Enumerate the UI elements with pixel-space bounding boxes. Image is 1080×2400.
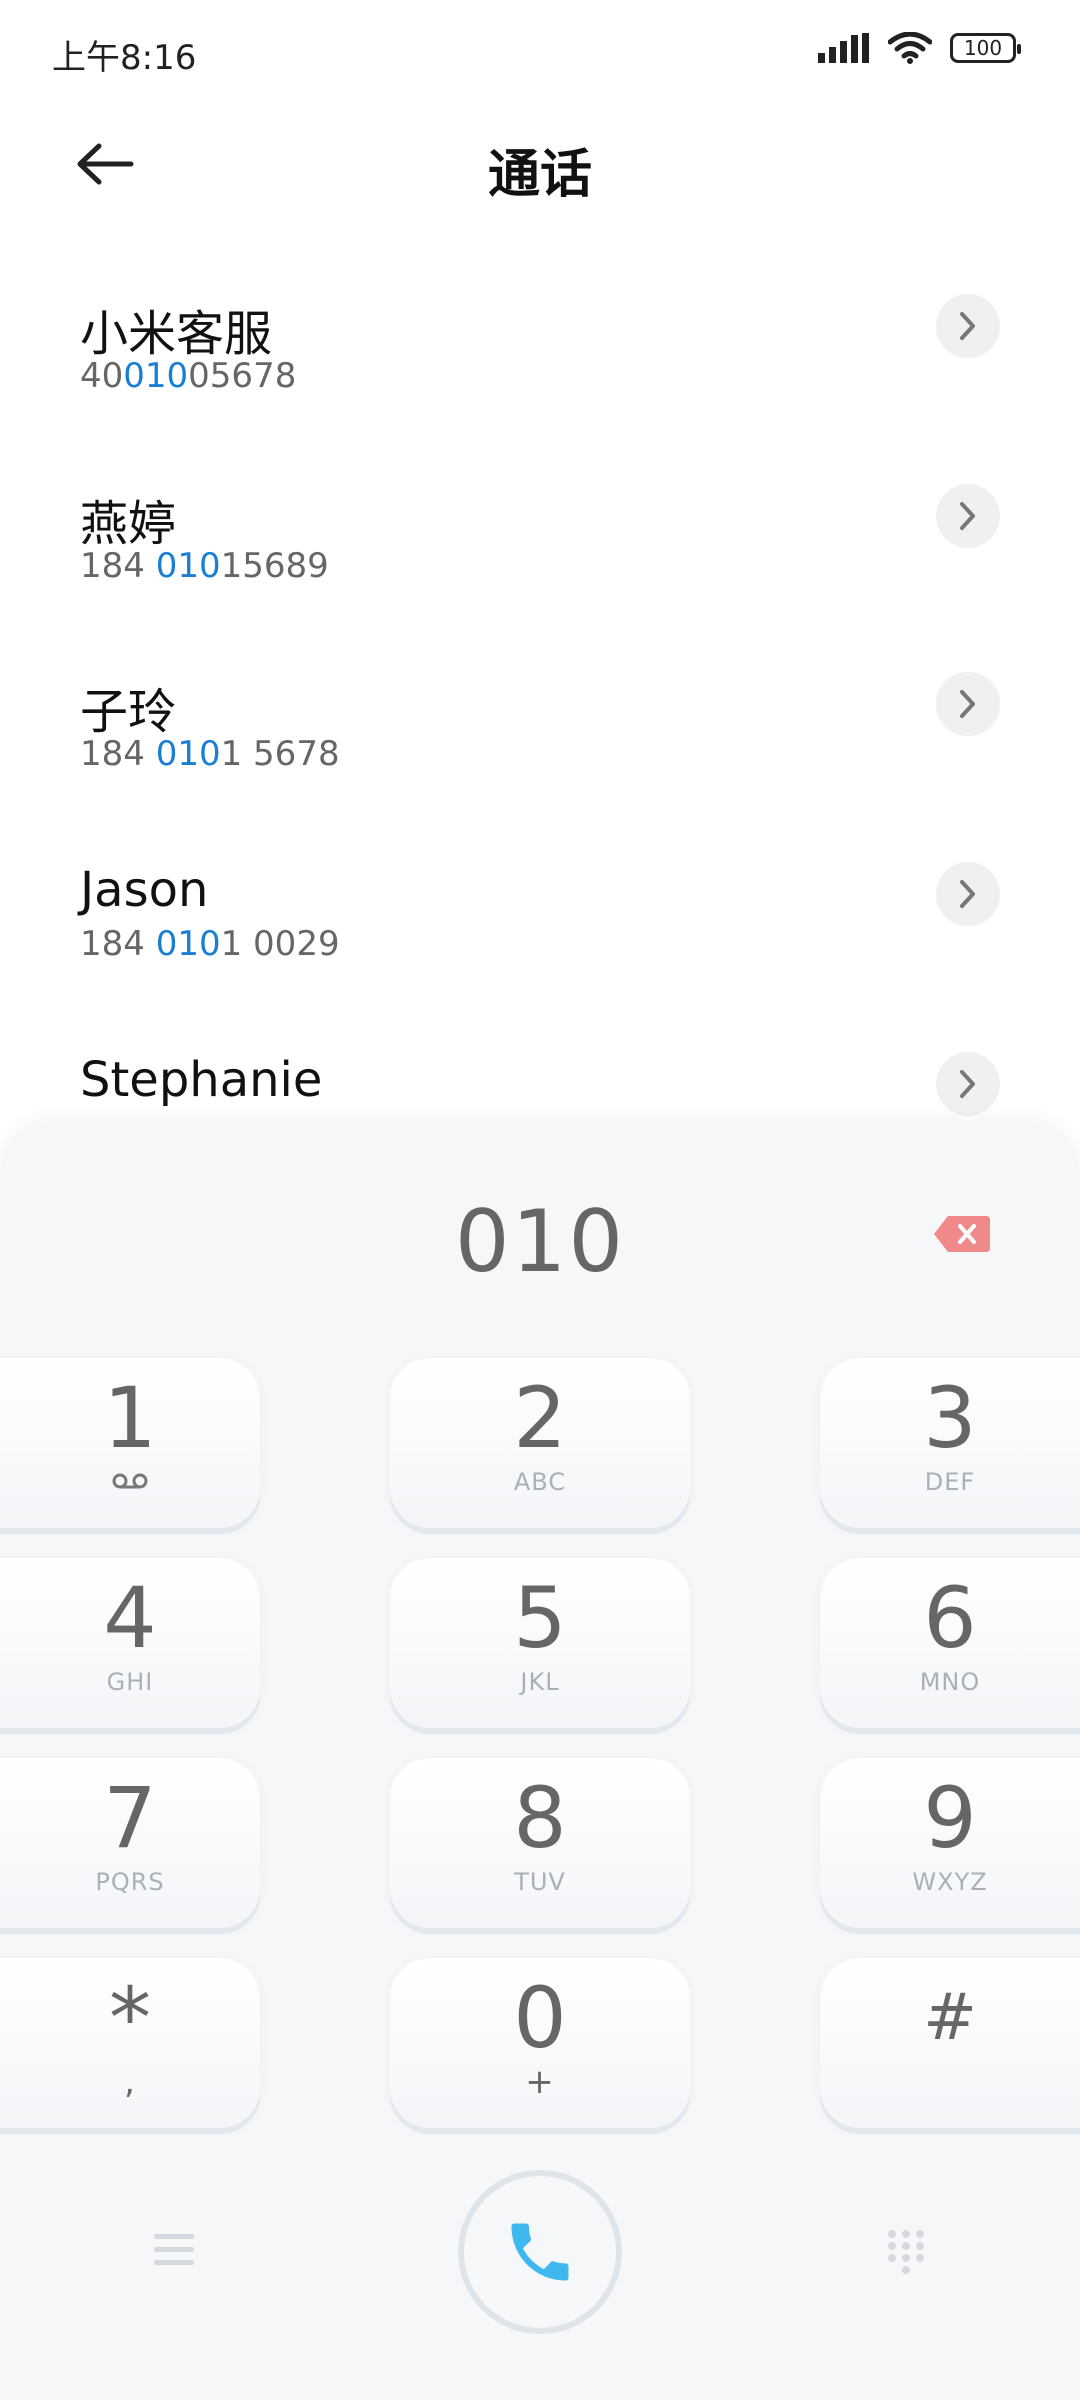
key-4[interactable]: 4 GHI <box>0 1558 260 1728</box>
dialpad-icon <box>888 2230 924 2274</box>
key-letters: + <box>525 2062 555 2102</box>
chevron-right-icon <box>960 880 975 908</box>
chevron-right-icon <box>960 312 975 340</box>
contact-name: 小米客服 <box>80 306 273 362</box>
key-hash[interactable]: # <box>820 1958 1080 2128</box>
key-0[interactable]: 0 + <box>390 1958 690 2128</box>
key-digit: 3 <box>923 1369 977 1467</box>
key-digit: 8 <box>513 1769 567 1867</box>
status-time: 上午8:16 <box>52 38 197 78</box>
detail-button[interactable] <box>936 672 1000 736</box>
key-9[interactable]: 9 WXYZ <box>820 1758 1080 1928</box>
contact-number: 4001005678 <box>80 356 297 396</box>
key-digit: 1 <box>103 1369 157 1467</box>
dialpad-toggle-button[interactable] <box>886 2228 926 2278</box>
key-letters: GHI <box>106 1668 154 1696</box>
key-digit: * <box>109 1969 151 2067</box>
key-letters: DEF <box>924 1468 976 1496</box>
key-digit: 2 <box>513 1369 567 1467</box>
list-item[interactable]: 小米客服 4001005678 <box>0 294 1080 482</box>
status-bar: 上午8:16 100 <box>0 0 1080 104</box>
key-row: 4 GHI 5 JKL 6 MNO <box>0 1558 1080 1758</box>
key-3[interactable]: 3 DEF <box>820 1358 1080 1528</box>
key-6[interactable]: 6 MNO <box>820 1558 1080 1728</box>
contact-name: 子玲 <box>80 684 177 740</box>
menu-button[interactable] <box>152 2230 196 2270</box>
voicemail-icon <box>0 1468 280 1496</box>
key-2[interactable]: 2 ABC <box>390 1358 690 1528</box>
contact-name: Jason <box>80 862 209 918</box>
contact-name: Stephanie <box>80 1052 323 1108</box>
keypad: 1 2 ABC 3 DEF 4 GHI 5 JKL 6 MNO 7 PQRS 8… <box>0 1358 1080 2158</box>
key-1[interactable]: 1 <box>0 1358 260 1528</box>
key-digit: # <box>923 1981 977 2055</box>
status-icons: 100 <box>818 32 1021 64</box>
key-letters: WXYZ <box>912 1868 988 1896</box>
key-digit: 6 <box>923 1569 977 1667</box>
chevron-right-icon <box>960 502 975 530</box>
key-digit: 0 <box>513 1969 567 2067</box>
chevron-right-icon <box>960 690 975 718</box>
key-digit: 7 <box>103 1769 157 1867</box>
contact-number: 184 01015689 <box>80 546 329 586</box>
contact-name: 燕婷 <box>80 496 177 552</box>
header: 通话 <box>0 104 1080 224</box>
contact-number: 184 0101 5678 <box>80 734 340 774</box>
page-title: 通话 <box>487 145 592 205</box>
key-7[interactable]: 7 PQRS <box>0 1758 260 1928</box>
signal-icon <box>818 33 869 63</box>
call-button[interactable] <box>458 2170 622 2334</box>
list-item[interactable]: Jason 184 0101 0029 <box>0 862 1080 1050</box>
delete-button[interactable] <box>932 1212 992 1256</box>
key-digit: 9 <box>923 1769 977 1867</box>
key-row: 1 2 ABC 3 DEF <box>0 1358 1080 1558</box>
key-row: * , 0 + # <box>0 1958 1080 2158</box>
list-item[interactable]: 燕婷 184 01015689 <box>0 484 1080 672</box>
chevron-right-icon <box>960 1070 975 1098</box>
dialed-number: 010 <box>454 1192 626 1292</box>
backspace-icon <box>934 1216 990 1252</box>
key-letters: , <box>124 2062 136 2102</box>
key-8[interactable]: 8 TUV <box>390 1758 690 1928</box>
key-row: 7 PQRS 8 TUV 9 WXYZ <box>0 1758 1080 1958</box>
detail-button[interactable] <box>936 294 1000 358</box>
detail-button[interactable] <box>936 862 1000 926</box>
list-item[interactable]: 子玲 184 0101 5678 <box>0 672 1080 860</box>
detail-button[interactable] <box>936 1052 1000 1116</box>
key-5[interactable]: 5 JKL <box>390 1558 690 1728</box>
key-digit: 4 <box>103 1569 157 1667</box>
key-letters: ABC <box>513 1468 567 1496</box>
key-letters: TUV <box>514 1868 566 1896</box>
key-letters: PQRS <box>95 1868 165 1896</box>
phone-icon <box>511 2223 569 2281</box>
key-digit: 5 <box>513 1569 567 1667</box>
battery-icon: 100 <box>950 33 1021 63</box>
wifi-icon <box>888 32 932 64</box>
menu-icon <box>154 2234 194 2265</box>
key-letters: MNO <box>919 1668 981 1696</box>
key-star[interactable]: * , <box>0 1958 260 2128</box>
detail-button[interactable] <box>936 484 1000 548</box>
key-letters: JKL <box>520 1668 560 1696</box>
contact-number: 184 0101 0029 <box>80 924 340 964</box>
